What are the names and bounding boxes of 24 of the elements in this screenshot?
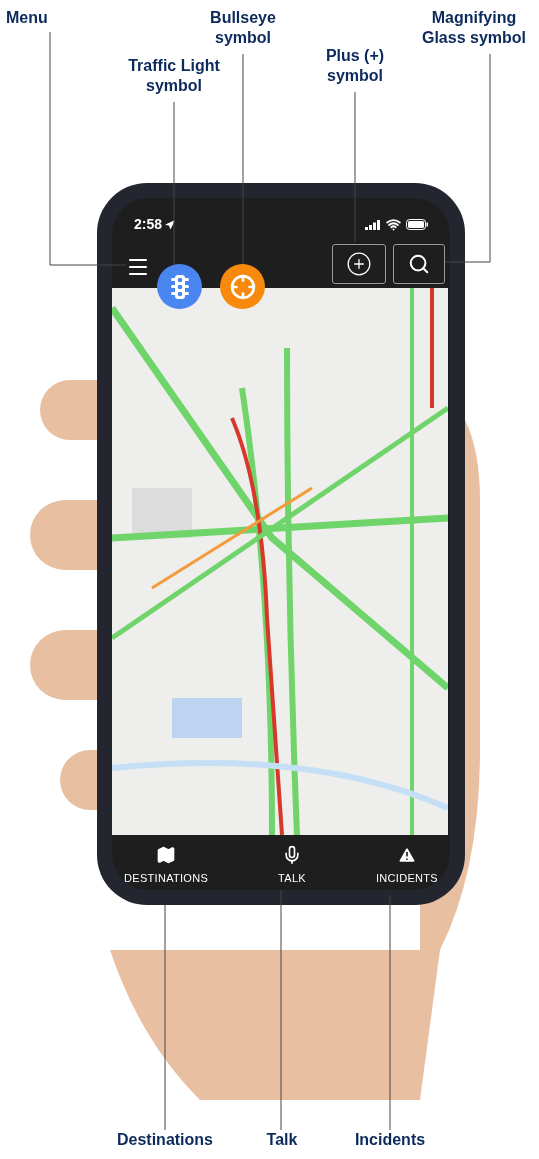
wifi-icon xyxy=(386,217,401,232)
callout-label: Destinations xyxy=(116,1130,214,1150)
callout-label: Traffic Light symbol xyxy=(127,56,221,96)
plus-circle-icon xyxy=(346,251,372,277)
callout-label: Menu xyxy=(6,8,49,28)
status-time: 2:58 xyxy=(134,215,163,234)
callout-label: Incidents xyxy=(353,1130,427,1150)
callout-label: Bullseye symbol xyxy=(209,8,277,48)
nav-tab[interactable]: INCIDENTS xyxy=(376,845,438,887)
map-icon xyxy=(156,845,177,865)
callout-label: Talk xyxy=(265,1130,299,1150)
location-icon xyxy=(165,219,176,230)
search-button[interactable] xyxy=(393,244,445,284)
traffic-light-icon xyxy=(170,274,189,299)
callout-label: Plus (+) symbol xyxy=(324,46,386,86)
nav-tab[interactable]: TALK xyxy=(278,845,306,887)
warning-icon xyxy=(397,845,417,865)
battery-icon xyxy=(406,219,428,230)
nav-tab[interactable]: DESTINATIONS xyxy=(124,845,209,887)
callout-label: Magnifying Glass symbol xyxy=(420,8,527,48)
signal-icon xyxy=(365,219,381,230)
add-button[interactable] xyxy=(332,244,386,284)
search-icon xyxy=(408,253,430,275)
crosshair-icon xyxy=(229,273,256,300)
